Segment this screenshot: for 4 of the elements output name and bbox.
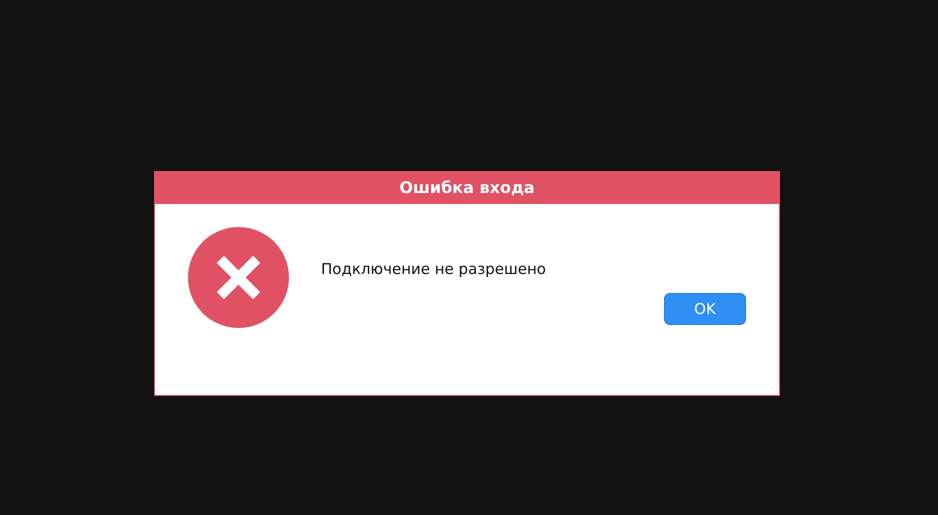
dialog-title: Ошибка входа	[154, 171, 780, 204]
ok-button[interactable]: OK	[664, 293, 746, 325]
error-message: Подключение не разрешено	[321, 260, 546, 278]
error-icon	[188, 227, 289, 328]
